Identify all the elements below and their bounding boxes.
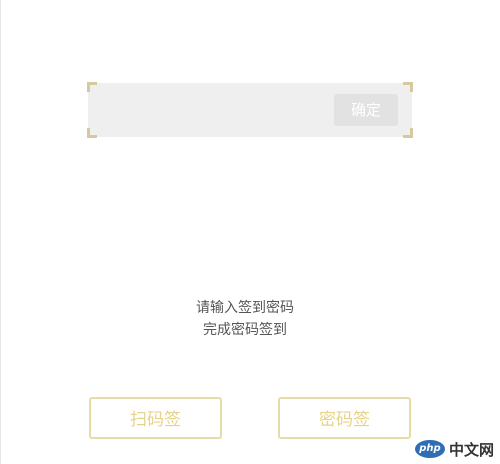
instructions-text: 请输入签到密码 完成密码签到: [0, 297, 490, 341]
corner-marker-top-left: [87, 82, 97, 92]
password-sign-in-button[interactable]: 密码签: [278, 397, 411, 439]
watermark-site-text: 中文网: [448, 440, 494, 459]
site-watermark: php 中文网: [414, 438, 494, 460]
password-input-panel: 确定: [87, 82, 413, 138]
sign-in-password-input[interactable]: [96, 93, 334, 125]
confirm-button[interactable]: 确定: [334, 94, 398, 126]
php-logo-icon: php: [414, 440, 445, 458]
scan-sign-in-button[interactable]: 扫码签: [89, 397, 222, 439]
instruction-line-2: 完成密码签到: [203, 322, 287, 338]
corner-marker-bottom-right: [403, 128, 413, 138]
instruction-line-1: 请输入签到密码: [196, 300, 294, 316]
left-edge-divider: [0, 0, 1, 464]
corner-marker-bottom-left: [87, 128, 97, 138]
corner-marker-top-right: [403, 82, 413, 92]
